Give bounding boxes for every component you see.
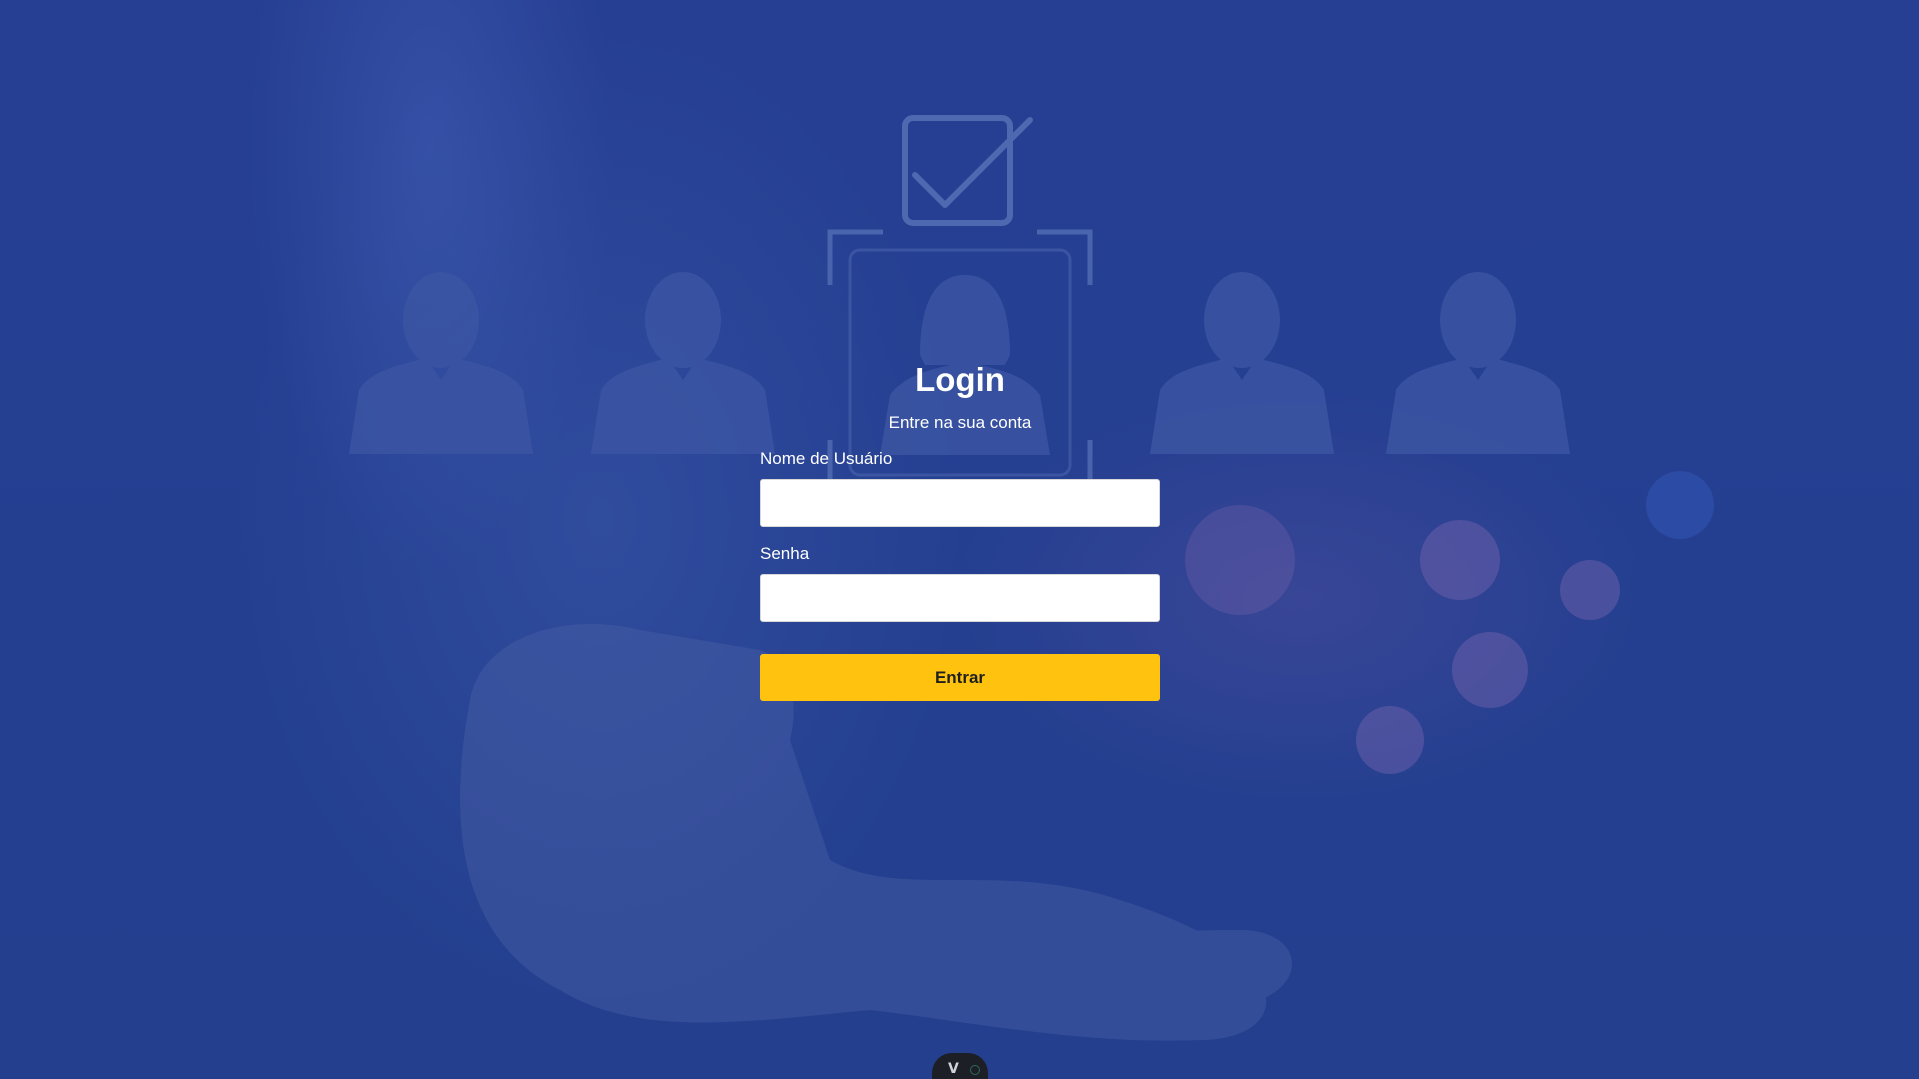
vue-devtools-icon: V <box>948 1061 959 1077</box>
password-label: Senha <box>760 544 810 563</box>
checkbox-illustration <box>902 115 1033 226</box>
login-subtitle: Entre na sua conta <box>888 413 1032 432</box>
username-label: Nome de Usuário <box>760 449 893 468</box>
status-dot-icon <box>970 1065 980 1075</box>
username-input[interactable] <box>760 479 1160 527</box>
login-title: Login <box>915 361 1005 398</box>
login-button[interactable]: Entrar <box>760 654 1160 701</box>
password-input[interactable] <box>760 574 1160 622</box>
light-spots <box>1185 471 1714 774</box>
login-form: Login Entre na sua conta Nome de Usuário… <box>760 360 1160 701</box>
devtools-button[interactable]: V <box>932 1053 988 1079</box>
